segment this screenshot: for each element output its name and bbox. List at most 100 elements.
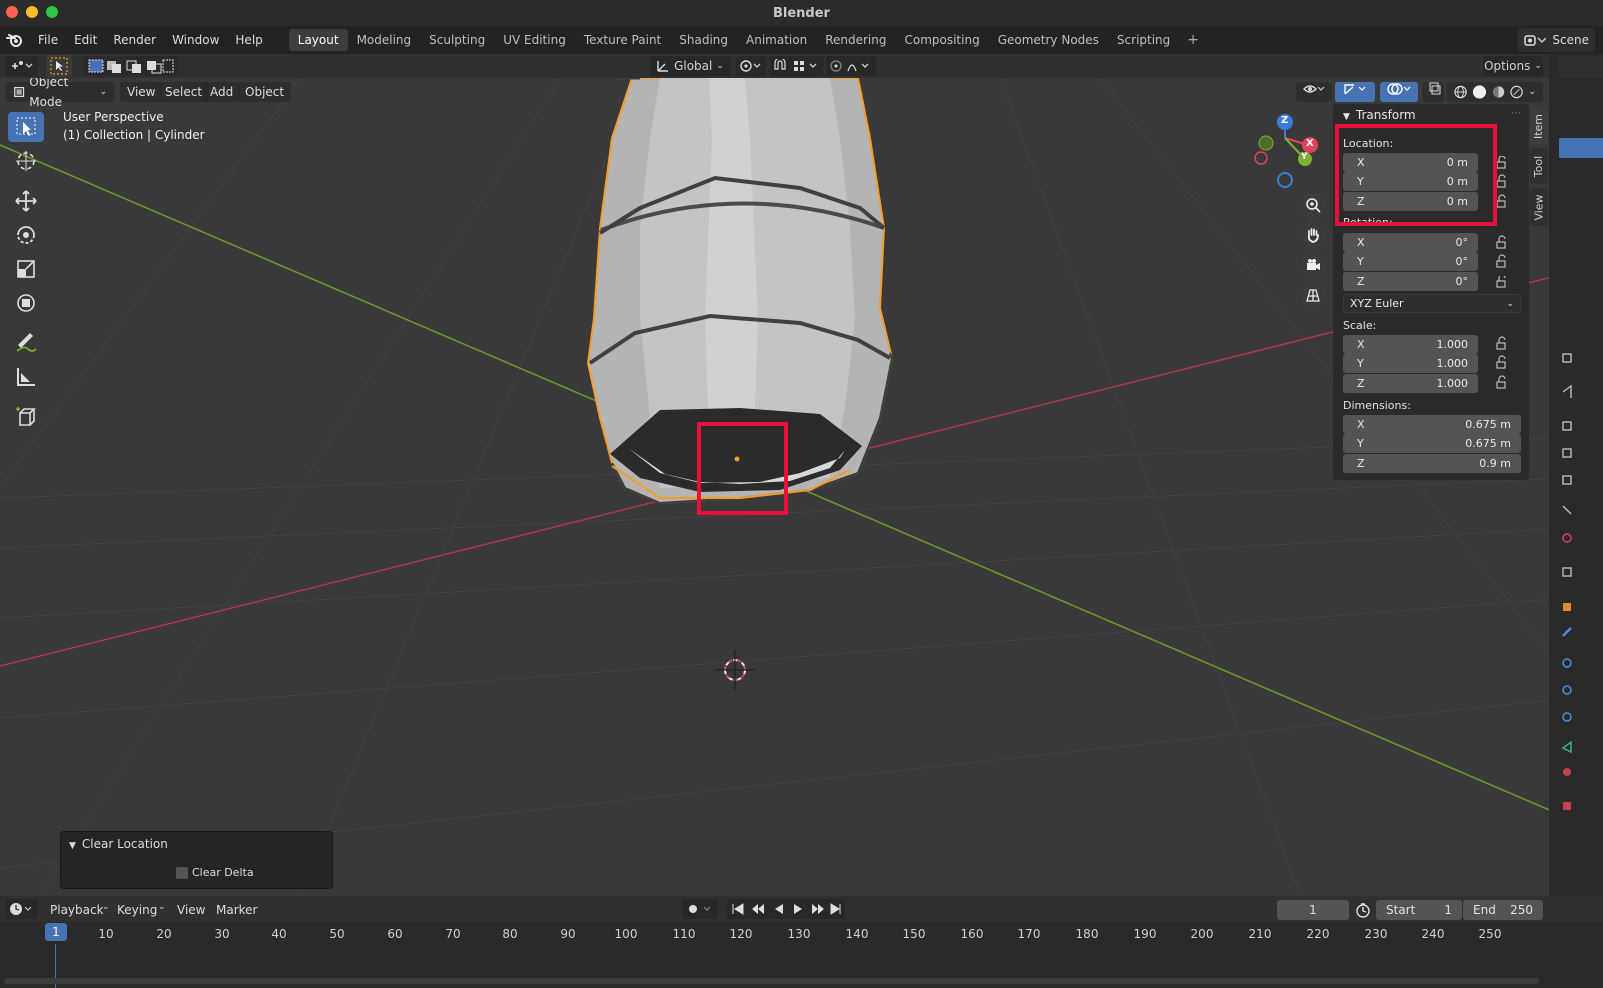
close-window-button[interactable]	[6, 6, 18, 18]
lock-icon[interactable]	[1495, 276, 1511, 392]
solid-shading-icon[interactable]	[1472, 84, 1487, 100]
wireframe-shading-icon[interactable]	[1454, 85, 1467, 99]
tab-rendering[interactable]: Rendering	[816, 29, 895, 51]
operator-panel-header[interactable]: ▼ Clear Location	[69, 837, 168, 851]
camera-icon	[1307, 259, 1320, 270]
camera-view-button[interactable]	[1300, 252, 1326, 278]
tab-geometry-nodes[interactable]: Geometry Nodes	[989, 29, 1108, 51]
scale-tool[interactable]	[8, 254, 44, 284]
start-frame-field[interactable]: Start 1	[1376, 900, 1462, 920]
viewport-menu-add[interactable]: Add	[203, 82, 241, 102]
dimensions-y-field[interactable]: Y 0.675 m	[1343, 434, 1521, 453]
sidebar-tab-tool[interactable]: Tool	[1530, 148, 1548, 184]
shading-mode-group[interactable]: ⌄	[1447, 82, 1543, 102]
lock-icon[interactable]	[1495, 156, 1511, 276]
playhead-frame-indicator[interactable]: 1	[45, 923, 67, 941]
menu-render[interactable]: Render	[105, 26, 164, 54]
add-cube-tool[interactable]	[8, 402, 44, 432]
timeline-scrollbar[interactable]	[4, 978, 1539, 984]
tab-scripting[interactable]: Scripting	[1108, 29, 1179, 51]
tab-layout[interactable]: Layout	[288, 29, 348, 51]
transform-tool[interactable]	[8, 288, 44, 318]
timeline-menu-playback[interactable]: Playback	[50, 900, 104, 920]
scene-selector[interactable]: Scene	[1518, 28, 1595, 52]
rotation-z-field[interactable]: Z 0°	[1343, 272, 1478, 291]
rotate-tool[interactable]	[8, 220, 44, 250]
tab-modeling[interactable]: Modeling	[348, 29, 421, 51]
menu-help[interactable]: Help	[227, 26, 270, 54]
xray-toggle[interactable]	[1422, 82, 1444, 102]
zoom-button[interactable]	[1300, 192, 1326, 218]
timeline-menu-view[interactable]: View	[177, 900, 205, 920]
sidebar-tab-view[interactable]: View	[1530, 188, 1548, 226]
tab-uv-editing[interactable]: UV Editing	[494, 29, 575, 51]
dimensions-x-field[interactable]: X 0.675 m	[1343, 415, 1521, 434]
measure-tool[interactable]	[8, 362, 44, 392]
sidebar-tab-item[interactable]: Item	[1530, 108, 1548, 144]
options-dropdown[interactable]: Options ⌄	[1483, 56, 1543, 76]
tab-sculpting[interactable]: Sculpting	[420, 29, 494, 51]
annotate-tool[interactable]	[8, 328, 44, 358]
field-value: 0.9 m	[1479, 457, 1511, 470]
visibility-dropdown[interactable]	[1296, 82, 1332, 102]
scale-z-field[interactable]: Z 1.000	[1343, 374, 1478, 393]
viewport-menu-object[interactable]: Object	[238, 82, 292, 102]
dimensions-z-field[interactable]: Z 0.9 m	[1343, 454, 1521, 473]
blender-logo-icon[interactable]	[0, 26, 30, 54]
selection-mode-icons[interactable]	[87, 58, 175, 74]
auto-keying-toggle[interactable]	[682, 899, 718, 919]
timeline-menu-keying[interactable]: Keying	[117, 900, 157, 920]
maximize-window-button[interactable]	[46, 6, 58, 18]
transform-orientation-dropdown[interactable]: Global ⌄	[650, 56, 730, 76]
frame-ruler[interactable]: 10 20 30 40 50 60 70 80 90 100 110 120 1…	[0, 922, 1603, 988]
editor-type-button[interactable]	[6, 56, 38, 76]
orthographic-toggle-button[interactable]	[1300, 282, 1326, 308]
snapping-group[interactable]	[770, 56, 824, 76]
rotation-y-field[interactable]: Y 0°	[1343, 252, 1478, 271]
mode-dropdown[interactable]: Object Mode ⌄	[6, 78, 114, 109]
overlays-toggle[interactable]	[1380, 82, 1418, 102]
menu-file[interactable]: File	[30, 26, 66, 54]
minimize-window-button[interactable]	[26, 6, 38, 18]
timeline-menu-marker[interactable]: Marker	[216, 900, 257, 920]
viewport-menu-select[interactable]: Select	[158, 82, 210, 102]
tab-animation[interactable]: Animation	[737, 29, 816, 51]
menu-edit[interactable]: Edit	[66, 26, 105, 54]
rendered-shading-icon[interactable]	[1510, 85, 1524, 99]
tab-compositing[interactable]: Compositing	[895, 29, 988, 51]
clear-delta-option[interactable]: Clear Delta	[176, 866, 254, 879]
end-frame-field[interactable]: End 250	[1463, 900, 1543, 920]
gizmo-toggle[interactable]	[1335, 82, 1375, 102]
scale-x-field[interactable]: X 1.000	[1343, 335, 1478, 354]
move-tool[interactable]	[8, 186, 44, 216]
clear-delta-checkbox[interactable]	[176, 866, 188, 879]
material-shading-icon[interactable]	[1492, 85, 1505, 99]
add-workspace-button[interactable]: +	[1179, 29, 1207, 51]
panel-drag-handle-icon[interactable]: ⋯	[1511, 108, 1521, 119]
rotation-x-field[interactable]: X 0°	[1343, 233, 1478, 252]
tab-label: Tool	[1532, 155, 1546, 177]
select-tool-button[interactable]	[46, 55, 72, 77]
timeline-editor-type-button[interactable]	[6, 899, 38, 919]
pivot-point-dropdown[interactable]	[736, 56, 766, 76]
current-frame-field[interactable]: 1	[1277, 900, 1349, 920]
tab-shading[interactable]: Shading	[670, 29, 737, 51]
transform-panel-header[interactable]: ▼ Transform	[1343, 108, 1416, 122]
3d-cursor-icon[interactable]	[715, 650, 755, 690]
select-box-tool[interactable]	[8, 112, 44, 142]
gizmo-icon	[1344, 84, 1366, 95]
properties-tab-icons[interactable]	[1549, 54, 1603, 896]
cursor-tool[interactable]	[8, 146, 44, 176]
use-preview-range-toggle[interactable]	[1355, 902, 1371, 921]
proportional-editing-group[interactable]	[826, 56, 876, 76]
3d-cursor-tool-icon	[16, 151, 36, 171]
tab-texture-paint[interactable]: Texture Paint	[575, 29, 670, 51]
playback-controls[interactable]	[727, 899, 845, 919]
pan-button[interactable]	[1300, 222, 1326, 248]
scale-y-field[interactable]: Y 1.000	[1343, 354, 1478, 373]
viewport-menu-view[interactable]: View	[120, 82, 163, 102]
menu-window[interactable]: Window	[164, 26, 227, 54]
frame-tick: 110	[672, 927, 696, 941]
window-title: Blender	[773, 5, 830, 21]
tool-shelf	[6, 112, 48, 432]
